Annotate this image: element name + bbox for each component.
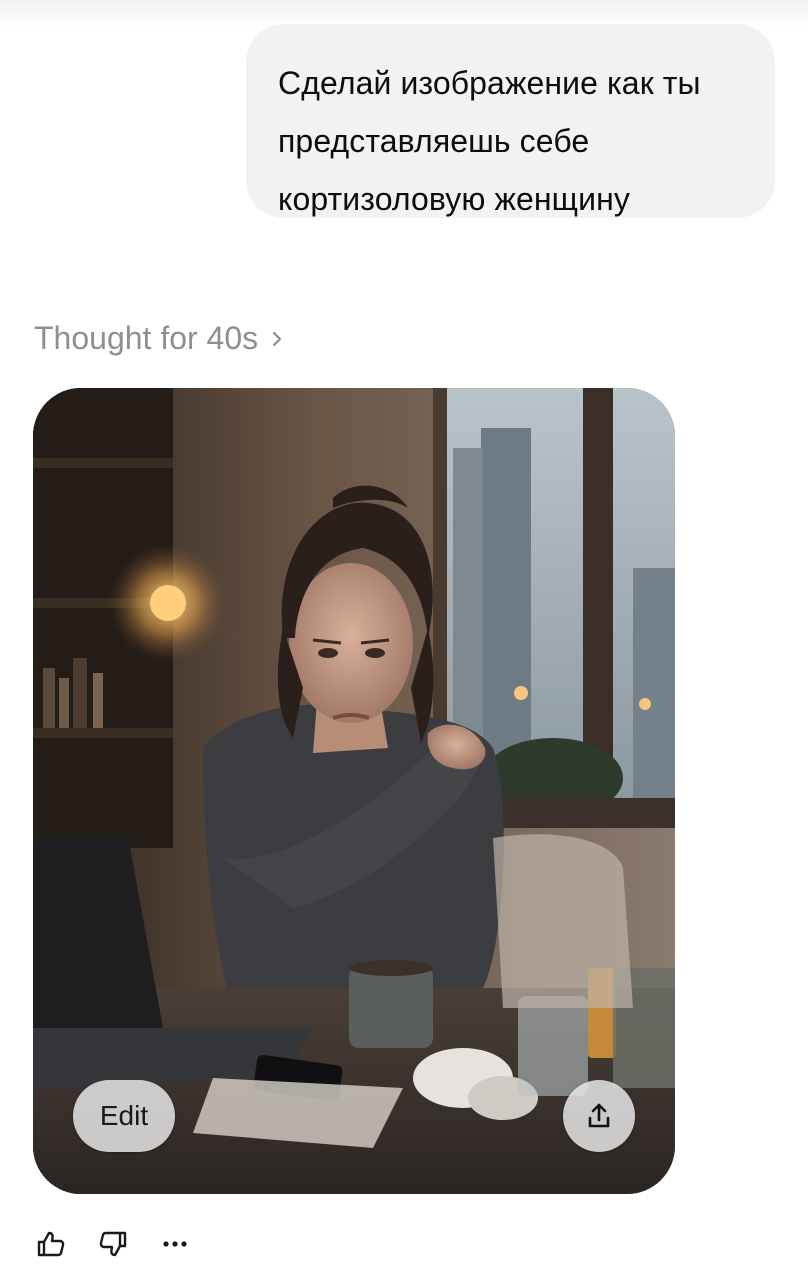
thumbs-up-button[interactable] <box>34 1227 68 1261</box>
more-button[interactable] <box>158 1227 192 1261</box>
share-button[interactable] <box>563 1080 635 1152</box>
thumbs-up-icon <box>37 1231 65 1257</box>
user-message-line-2: представляешь себе <box>278 123 590 159</box>
message-actions <box>34 1222 192 1266</box>
more-icon <box>163 1241 187 1247</box>
thumbs-down-button[interactable] <box>96 1227 130 1261</box>
thought-toggle[interactable]: Thought for 40s <box>34 316 286 360</box>
chevron-right-icon <box>273 331 282 347</box>
generated-image-picture <box>33 388 675 1194</box>
user-message-bubble: Сделай изображение как ты представляешь … <box>246 24 775 218</box>
thought-label: Thought for 40s <box>34 319 259 356</box>
user-message-line-3: кортизоловую женщину <box>278 181 630 217</box>
share-icon <box>588 1103 610 1128</box>
generated-image[interactable]: Edit <box>33 388 675 1194</box>
edit-button[interactable]: Edit <box>73 1080 175 1152</box>
thumbs-down-icon <box>99 1231 127 1257</box>
user-message-line-1: Сделай изображение как ты <box>278 65 701 101</box>
